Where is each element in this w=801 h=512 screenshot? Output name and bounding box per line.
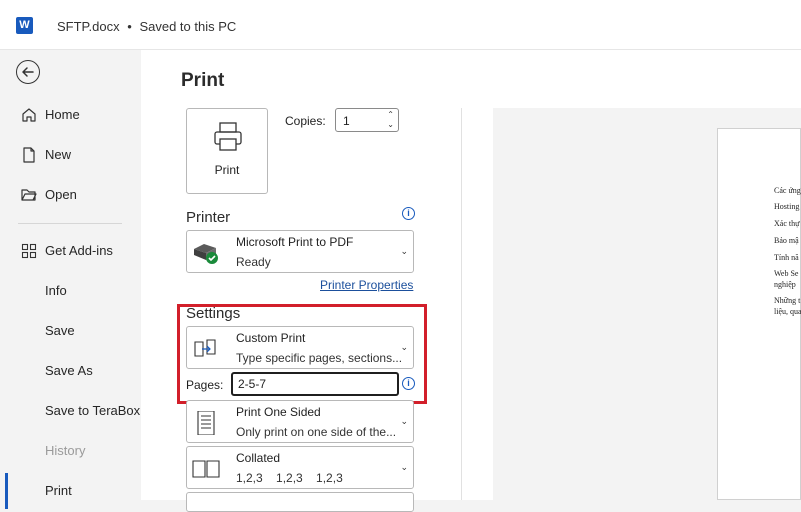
print-button[interactable]: Print xyxy=(186,108,268,194)
printer-name: Microsoft Print to PDF xyxy=(236,235,354,249)
preview-line: Bảo mậ xyxy=(774,236,799,245)
page-title: Print xyxy=(181,70,225,91)
nav-item-label: Get Add-ins xyxy=(45,243,113,258)
nav-item-save-as[interactable]: Save As xyxy=(0,353,141,389)
nav-item-save[interactable]: Save xyxy=(0,313,141,349)
stepper-arrows[interactable]: ⌃ ⌄ xyxy=(387,110,394,130)
home-icon xyxy=(22,108,36,122)
save-status: Saved to this PC xyxy=(139,19,237,34)
back-button[interactable] xyxy=(16,60,40,84)
one-sided-page-icon xyxy=(197,411,215,435)
print-sides-subtitle: Only print on one side of the... xyxy=(236,425,397,439)
info-icon[interactable]: i xyxy=(402,207,415,220)
printer-icon xyxy=(214,122,242,151)
pane-divider xyxy=(461,108,462,500)
preview-line: Web Se xyxy=(774,269,799,278)
print-preview: Các ứng Hosting Xác thự Bảo mậ Tính nă W… xyxy=(493,108,801,500)
printer-status: Ready xyxy=(236,255,271,269)
collation-dropdown[interactable]: Collated 1,2,3 1,2,3 1,2,3 ⌄ xyxy=(186,446,414,489)
nav-item-label: Home xyxy=(45,107,80,122)
nav-item-get-add-ins[interactable]: Get Add-ins xyxy=(0,233,141,269)
nav-item-label: History xyxy=(45,443,86,458)
nav-item-label: Save to TeraBox xyxy=(45,403,141,418)
nav-item-label: New xyxy=(45,147,72,162)
print-button-label: Print xyxy=(214,163,240,177)
copies-value: 1 xyxy=(343,114,350,128)
nav-divider xyxy=(18,223,122,224)
document-title: SFTP.docx • Saved to this PC xyxy=(57,19,236,34)
nav-item-label: Save As xyxy=(45,363,93,378)
print-sides-dropdown[interactable]: Print One Sided Only print on one side o… xyxy=(186,400,414,443)
folder-open-icon xyxy=(21,189,37,201)
next-setting-dropdown[interactable] xyxy=(186,492,414,512)
printer-heading: Printer xyxy=(186,209,231,226)
preview-line: Các ứng xyxy=(774,186,801,195)
printer-properties-link[interactable]: Printer Properties xyxy=(320,278,413,292)
print-sides-title: Print One Sided xyxy=(236,405,321,419)
chevron-up-icon[interactable]: ⌃ xyxy=(387,110,394,120)
copies-label: Copies: xyxy=(285,114,326,128)
preview-line: Những t xyxy=(774,296,801,305)
settings-highlight-annotation xyxy=(177,304,427,404)
chevron-down-icon: ⌄ xyxy=(400,462,408,472)
collation-title: Collated xyxy=(236,451,281,465)
nav-item-info[interactable]: Info xyxy=(0,273,141,309)
copies-stepper[interactable]: 1 ⌃ ⌄ xyxy=(335,108,399,132)
title-separator: • xyxy=(127,19,132,34)
nav-item-save-to-terabox[interactable]: Save to TeraBox xyxy=(0,393,141,429)
nav-item-label: Info xyxy=(45,283,67,298)
collation-subtitle: 1,2,3 1,2,3 1,2,3 xyxy=(236,471,343,485)
preview-line: Xác thự xyxy=(774,219,800,228)
printer-ready-icon xyxy=(194,244,218,264)
preview-line: Hosting xyxy=(774,202,800,211)
chevron-down-icon[interactable]: ⌄ xyxy=(387,120,394,130)
nav-item-open[interactable]: Open xyxy=(0,177,141,213)
arrow-left-icon xyxy=(22,67,34,77)
nav-item-label: Print xyxy=(45,483,72,498)
nav-item-label: Save xyxy=(45,323,75,338)
backstage-nav: Home New Open Get Add-ins Info Save Save… xyxy=(0,50,141,509)
new-document-icon xyxy=(23,147,35,163)
nav-item-print[interactable]: Print xyxy=(0,473,141,509)
title-bar: W SFTP.docx • Saved to this PC xyxy=(0,0,801,50)
word-app-icon: W xyxy=(16,17,33,34)
preview-line: liệu, qua xyxy=(774,307,801,316)
collated-icon xyxy=(192,460,220,478)
printer-dropdown[interactable]: Microsoft Print to PDF Ready ⌄ xyxy=(186,230,414,273)
preview-line: Tính nă xyxy=(774,253,799,262)
nav-item-home[interactable]: Home xyxy=(0,97,141,133)
print-pane: Print Print Copies: 1 ⌃ ⌄ Printer i Micr… xyxy=(141,50,801,512)
add-ins-grid-icon xyxy=(21,243,37,259)
preview-page: Các ứng Hosting Xác thự Bảo mậ Tính nă W… xyxy=(717,128,801,500)
nav-item-label: Open xyxy=(45,187,77,202)
chevron-down-icon: ⌄ xyxy=(400,246,408,256)
chevron-down-icon: ⌄ xyxy=(400,416,408,426)
nav-item-history: History xyxy=(0,433,141,469)
preview-line: nghiệp xyxy=(774,280,796,289)
nav-item-new[interactable]: New xyxy=(0,137,141,173)
file-name: SFTP.docx xyxy=(57,19,120,34)
